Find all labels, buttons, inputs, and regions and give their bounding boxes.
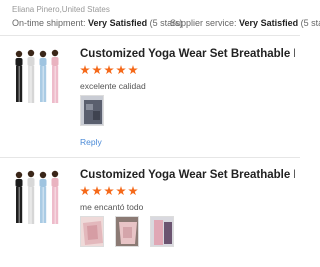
star-icon [80, 186, 90, 196]
review-photos [80, 216, 174, 247]
divider [0, 35, 300, 36]
reply-link[interactable]: Reply [80, 137, 102, 147]
star-icon [128, 65, 138, 75]
star-rating [80, 65, 138, 79]
shipment-label: On-time shipment: [12, 18, 86, 28]
review-photo[interactable] [150, 216, 174, 247]
star-icon [116, 65, 126, 75]
supplier-label: Supplier service: [170, 18, 237, 28]
star-icon [104, 65, 114, 75]
star-icon [92, 186, 102, 196]
review-comment: me encantó todo [80, 202, 144, 212]
review-comment: excelente calidad [80, 81, 146, 91]
star-rating [80, 186, 138, 200]
supplier-rating: Supplier service: Very Satisfied (5 star… [170, 18, 320, 28]
shipment-value: Very Satisfied [88, 18, 148, 28]
star-icon [80, 65, 90, 75]
star-icon [104, 186, 114, 196]
supplier-value: Very Satisfied [239, 18, 299, 28]
review-photo[interactable] [80, 95, 104, 126]
star-icon [116, 186, 126, 196]
review-photo[interactable] [115, 216, 139, 247]
product-title[interactable]: Customized Yoga Wear Set Breathable High… [80, 48, 295, 60]
star-icon [128, 186, 138, 196]
product-thumbnail[interactable] [10, 169, 65, 227]
divider [0, 157, 300, 158]
reviewer-info: Eliana Pinero,United States [12, 5, 110, 14]
ratings-row: On-time shipment: Very Satisfied (5 star… [12, 18, 320, 30]
review-photo[interactable] [80, 216, 104, 247]
review-photos [80, 95, 104, 126]
product-title[interactable]: Customized Yoga Wear Set Breathable High… [80, 169, 295, 181]
product-thumbnail[interactable] [10, 48, 65, 106]
shipment-rating: On-time shipment: Very Satisfied (5 star… [12, 18, 183, 28]
supplier-stars: (5 stars) [300, 18, 320, 28]
star-icon [92, 65, 102, 75]
